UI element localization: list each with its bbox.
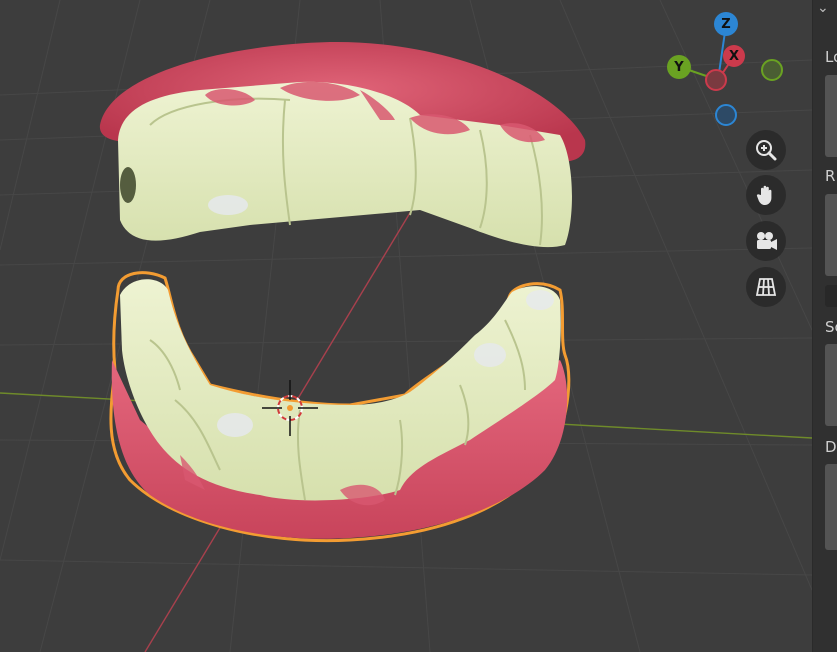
gizmo-neg-x-axis[interactable] xyxy=(705,69,727,91)
lower-jaw-mesh[interactable] xyxy=(109,271,571,543)
location-fields[interactable] xyxy=(825,75,837,157)
zoom-button[interactable] xyxy=(746,130,786,170)
gizmo-neg-y-axis[interactable] xyxy=(761,59,783,81)
gizmo-x-label: X xyxy=(728,48,740,64)
gizmo-z-axis[interactable]: Z xyxy=(714,12,738,36)
zoom-icon xyxy=(756,140,777,161)
gizmo-y-label: Y xyxy=(674,59,684,75)
gizmo-z-label: Z xyxy=(721,16,731,32)
camera-view-button[interactable] xyxy=(746,221,786,261)
ortho-grid-icon xyxy=(755,278,777,296)
3d-viewport[interactable]: Z X Y xyxy=(0,0,812,652)
section-label-rotation: R xyxy=(825,167,836,185)
properties-sidebar[interactable]: ⌄ Lo R Sc D xyxy=(812,0,837,652)
scale-fields[interactable] xyxy=(825,344,837,426)
viewport-scene[interactable] xyxy=(0,0,812,652)
camera-icon xyxy=(757,232,777,250)
gizmo-x-axis[interactable]: X xyxy=(723,45,745,67)
ortho-toggle-button[interactable] xyxy=(746,267,786,307)
rotation-fields[interactable] xyxy=(825,194,837,276)
section-label-dimensions: D xyxy=(825,438,837,456)
rotation-mode-dropdown[interactable] xyxy=(825,285,837,307)
gizmo-neg-z-axis[interactable] xyxy=(715,104,737,126)
panel-collapse-chevron[interactable]: ⌄ xyxy=(817,0,829,16)
gizmo-y-axis[interactable]: Y xyxy=(667,55,691,79)
pan-button[interactable] xyxy=(746,175,786,215)
pan-hand-icon xyxy=(756,185,772,205)
section-label-location: Lo xyxy=(825,48,837,66)
dimension-fields[interactable] xyxy=(825,464,837,550)
section-label-scale: Sc xyxy=(825,318,837,336)
